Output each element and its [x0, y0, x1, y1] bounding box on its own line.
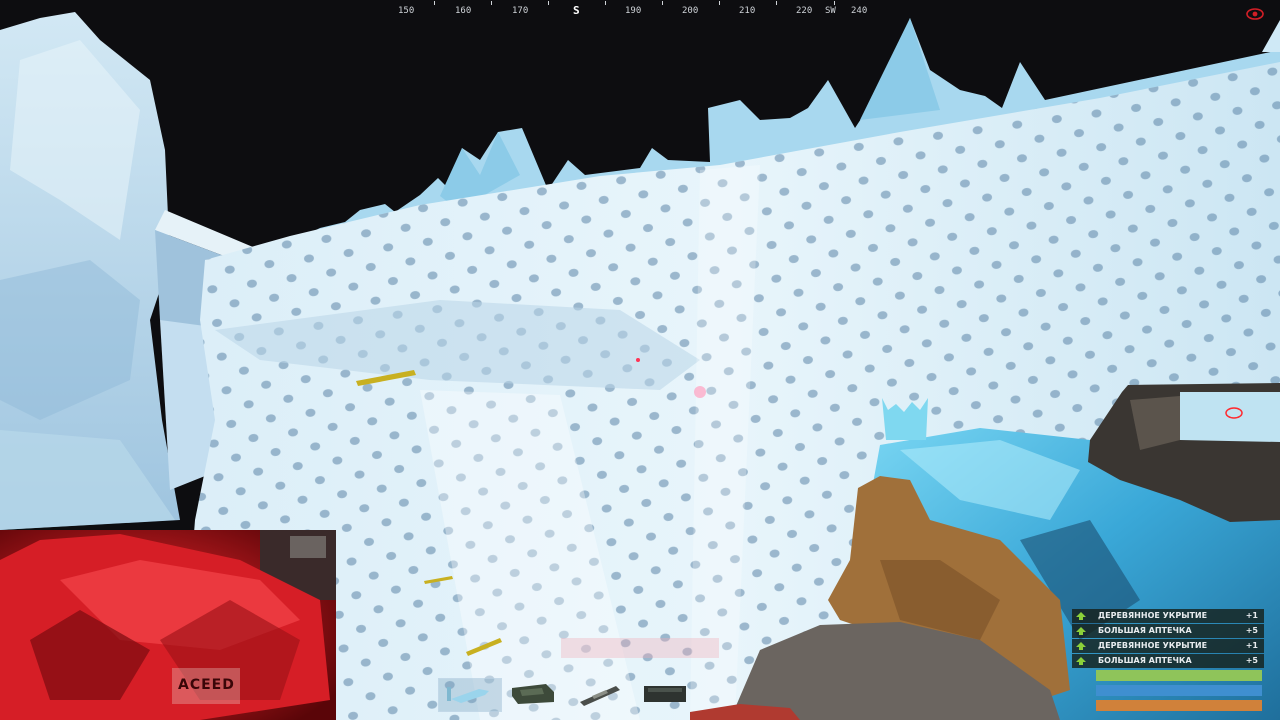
- feed-row: ДЕРЕВЯННОЕ УКРЫТИЕ +1: [1072, 609, 1264, 623]
- feed-row: БОЛЬШАЯ АПТЕЧКА +5: [1072, 624, 1264, 638]
- feed-item-name: БОЛЬШАЯ АПТЕЧКА: [1098, 626, 1192, 635]
- item-pickup-feed: ДЕРЕВЯННОЕ УКРЫТИЕ +1 БОЛЬШАЯ АПТЕЧКА +5…: [1072, 609, 1264, 669]
- game-viewport[interactable]: 150 160 170 S 190 200 210 220 SW 240 ACE…: [0, 0, 1280, 720]
- crosshair: [636, 358, 640, 362]
- pickup-arrow-icon: [1076, 612, 1086, 620]
- feed-item-count: +5: [1245, 656, 1258, 665]
- feed-item-name: ДЕРЕВЯННОЕ УКРЫТИЕ: [1098, 641, 1208, 650]
- health-bar: [1096, 670, 1262, 681]
- food-bar: [1096, 700, 1262, 711]
- pickup-arrow-icon: [1076, 627, 1086, 635]
- compass-tick: 190: [625, 6, 642, 16]
- pickup-arrow-icon: [1076, 657, 1086, 665]
- compass-mark: [434, 1, 435, 5]
- compass-tick: 150: [398, 6, 415, 16]
- health-bar-fill: [1096, 670, 1262, 681]
- compass-tick: 160: [455, 6, 472, 16]
- compass-tick: 210: [739, 6, 756, 16]
- hydration-bar: [1096, 685, 1262, 696]
- compass-direction: S: [573, 4, 580, 17]
- compass-mark: [834, 1, 835, 5]
- feed-item-name: БОЛЬШАЯ АПТЕЧКА: [1098, 656, 1192, 665]
- feed-item-count: +5: [1245, 626, 1258, 635]
- webcam-sign: ACEED: [178, 677, 235, 693]
- pickup-arrow-icon: [1076, 642, 1086, 650]
- compass-tick: 170: [512, 6, 529, 16]
- food-bar-fill: [1096, 700, 1262, 711]
- compass-bar: 150 160 170 S 190 200 210 220 SW 240: [392, 0, 882, 22]
- eye-icon: [1246, 8, 1264, 20]
- feed-item-name: ДЕРЕВЯННОЕ УКРЫТИЕ: [1098, 611, 1208, 620]
- compass-mark: [776, 1, 777, 5]
- compass-mark: [662, 1, 663, 5]
- compass-mark: [719, 1, 720, 5]
- hotbar-slot-4[interactable]: [638, 678, 700, 710]
- hotbar-slot-3[interactable]: [572, 678, 634, 710]
- compass-tick: 240: [851, 6, 868, 16]
- hydration-bar-fill: [1096, 685, 1262, 696]
- compass-mark: [548, 1, 549, 5]
- hotbar-slot-2[interactable]: [506, 678, 568, 710]
- feed-item-count: +1: [1245, 611, 1258, 620]
- interaction-hint: [561, 638, 719, 658]
- feed-item-count: +1: [1245, 641, 1258, 650]
- compass-direction: SW: [825, 6, 836, 16]
- compass-mark: [605, 1, 606, 5]
- rifle-icon: [447, 687, 489, 703]
- hotbar-slot-1[interactable]: [438, 678, 502, 712]
- ammo-icon: [580, 686, 620, 706]
- compass-tick: 220: [796, 6, 813, 16]
- feed-row: БОЛЬШАЯ АПТЕЧКА +5: [1072, 654, 1264, 668]
- feed-row: ДЕРЕВЯННОЕ УКРЫТИЕ +1: [1072, 639, 1264, 653]
- webcam-overlay: ACEED: [0, 530, 336, 720]
- compass-tick: 200: [682, 6, 699, 16]
- box-icon: [644, 686, 686, 702]
- ammo-box-icon: [512, 684, 554, 704]
- compass-mark: [491, 1, 492, 5]
